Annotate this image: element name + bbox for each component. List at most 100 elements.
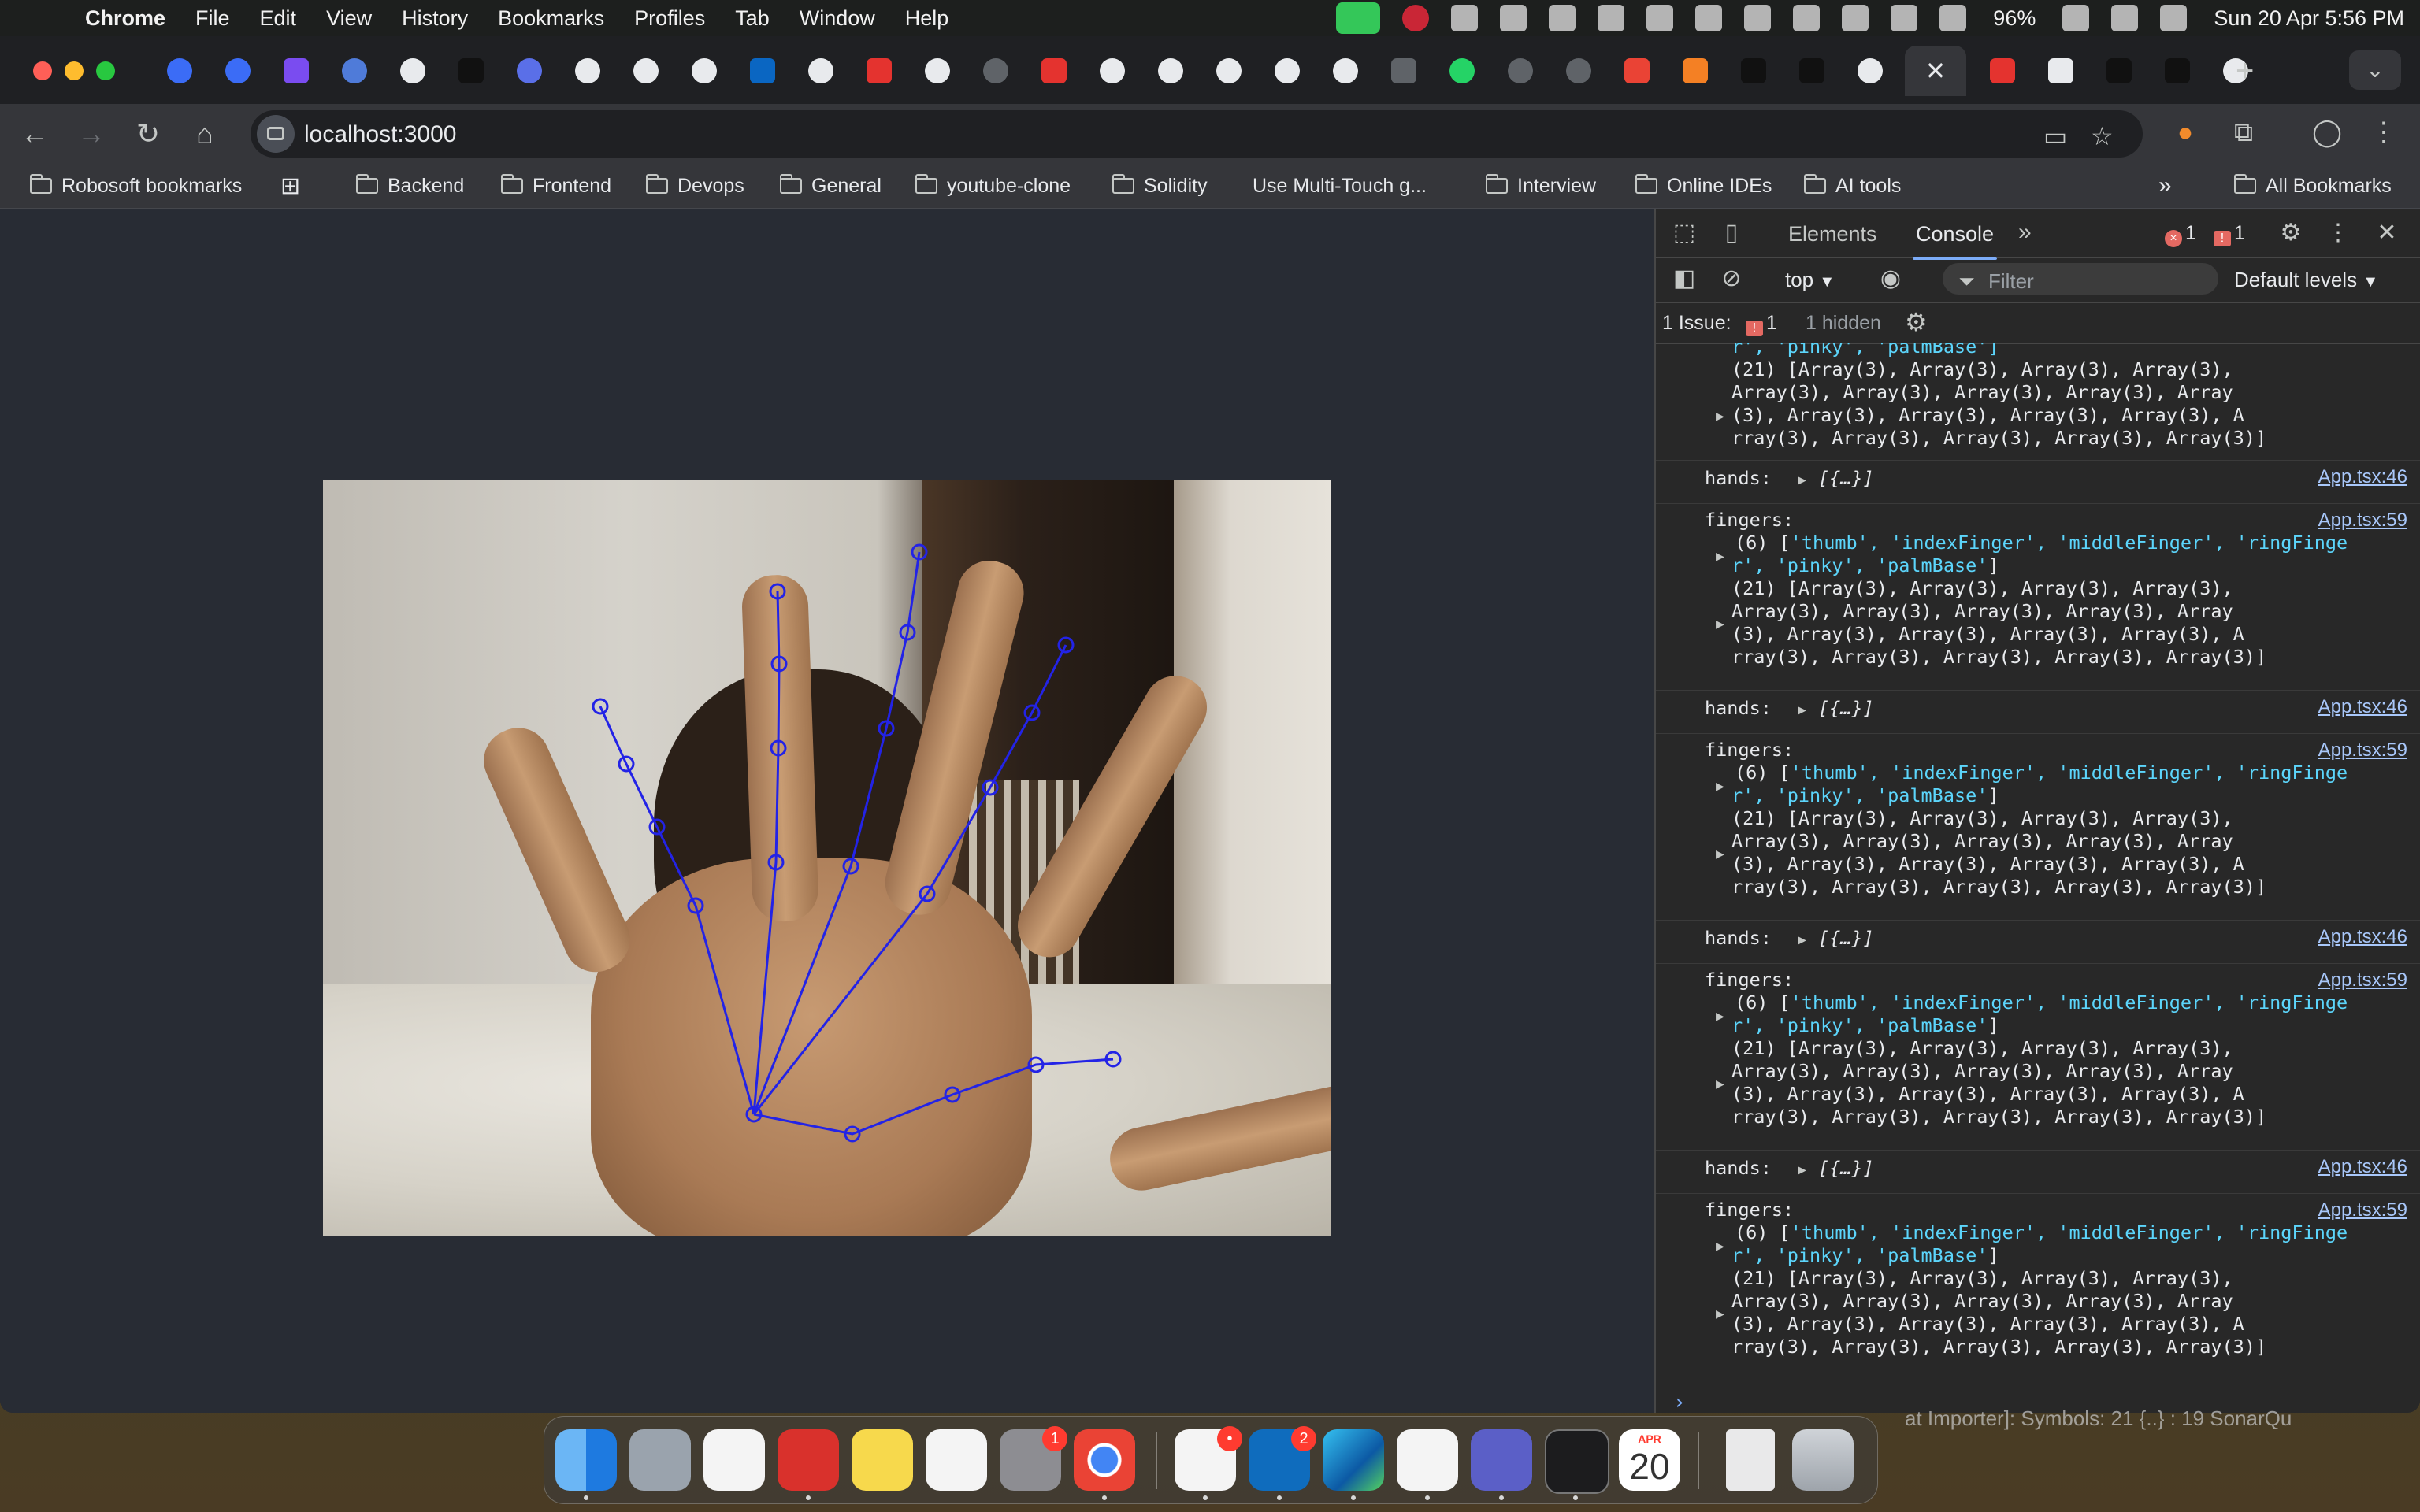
tray-app-icon[interactable] — [1500, 5, 1527, 32]
site-info-icon[interactable] — [257, 115, 295, 153]
expand-arrow-icon[interactable]: ▶ — [1716, 405, 1724, 428]
freeform-icon[interactable] — [926, 1429, 987, 1491]
google-tab-icon[interactable] — [808, 58, 833, 83]
globe-tab-icon[interactable] — [1566, 58, 1591, 83]
tab-favicon[interactable] — [284, 58, 309, 83]
medium-tab-icon[interactable] — [2165, 58, 2190, 83]
google-tab-icon[interactable] — [692, 58, 717, 83]
google-tab-icon[interactable] — [575, 58, 600, 83]
home-icon[interactable]: ⌂ — [186, 115, 224, 153]
skype-icon[interactable] — [1744, 5, 1772, 32]
tab-favicon[interactable] — [225, 58, 251, 83]
github-tab-icon[interactable] — [633, 58, 659, 83]
bookmark-youtube-clone[interactable]: youtube-clone — [915, 173, 1071, 198]
whatsapp-tab-icon[interactable] — [1449, 58, 1475, 83]
expand-arrow-icon[interactable]: ▶ — [1716, 1005, 1724, 1028]
inspect-element-icon[interactable]: ⬚ — [1670, 219, 1698, 247]
device-toolbar-icon[interactable]: ▯ — [1717, 219, 1746, 247]
slack-icon[interactable]: • — [1175, 1426, 1242, 1491]
tab-search-chevron-icon[interactable]: ⌄ — [2349, 50, 2401, 90]
menu-edit[interactable]: Edit — [260, 6, 297, 31]
issues-count-link[interactable]: ! 1 — [1746, 312, 1777, 336]
tray-app-icon[interactable] — [1842, 5, 1869, 32]
active-tab-close-icon[interactable]: ✕ — [1905, 46, 1966, 96]
bookmark-frontend[interactable]: Frontend — [501, 173, 611, 198]
tab-favicon[interactable] — [517, 58, 542, 83]
back-icon[interactable]: ← — [16, 115, 54, 153]
globe-icon[interactable] — [1549, 5, 1576, 32]
menu-window[interactable]: Window — [800, 6, 875, 31]
expand-arrow-icon[interactable]: ▶ — [1716, 1073, 1724, 1095]
source-link[interactable]: App.tsx:59 — [2318, 739, 2407, 762]
bookmark-star-icon[interactable]: ☆ — [2091, 121, 2114, 151]
google-tab-icon[interactable] — [400, 58, 425, 83]
url-text[interactable]: localhost:3000 — [304, 121, 456, 148]
context-selector[interactable]: top ▼ — [1785, 268, 1835, 292]
bookmark-backend[interactable]: Backend — [356, 173, 464, 198]
chrome-menu-icon[interactable]: ⋮ — [2366, 115, 2401, 150]
tab-console[interactable]: Console — [1912, 222, 1998, 260]
menu-app-name[interactable]: Chrome — [85, 6, 165, 31]
bookmark-solidity[interactable]: Solidity — [1112, 173, 1208, 198]
facetime-camera-icon[interactable] — [1336, 2, 1381, 34]
vscode-icon[interactable] — [1397, 1429, 1458, 1491]
issues-settings-gear-icon[interactable]: ⚙ — [1905, 307, 1928, 337]
reminders-icon[interactable] — [703, 1429, 765, 1491]
finder-icon[interactable] — [555, 1429, 617, 1491]
menu-history[interactable]: History — [402, 6, 468, 31]
bookmark-multi-touch[interactable]: Use Multi-Touch g... — [1243, 173, 1427, 198]
expand-arrow-icon[interactable]: ▶ — [1716, 613, 1724, 636]
all-bookmarks[interactable]: All Bookmarks — [2234, 173, 2392, 198]
source-link[interactable]: App.tsx:46 — [2318, 1155, 2407, 1178]
wifi-icon[interactable] — [2111, 5, 2139, 32]
chrome-icon[interactable] — [1074, 1429, 1135, 1491]
puzzle-tab-icon[interactable] — [1391, 58, 1416, 83]
tray-app-icon[interactable] — [1695, 5, 1723, 32]
bookmark-robosoft[interactable]: Robosoft bookmarks — [30, 173, 242, 198]
more-tabs-button[interactable]: » — [2018, 219, 2032, 246]
apps-grid-icon[interactable]: ⊞ — [280, 173, 300, 199]
more-options-icon[interactable]: ⋮ — [2324, 219, 2352, 247]
expand-arrow-icon[interactable]: ▶ — [1716, 843, 1724, 865]
install-app-icon[interactable]: ▭ — [2043, 121, 2067, 151]
cloud-icon[interactable] — [1598, 5, 1625, 32]
hands-value[interactable]: [{…}] — [1818, 697, 1874, 720]
shield-icon[interactable] — [1646, 5, 1674, 32]
profile-icon[interactable]: ◯ — [2310, 115, 2344, 150]
tab-favicon[interactable] — [458, 58, 484, 83]
control-center-icon[interactable] — [2160, 5, 2188, 32]
teams-icon[interactable] — [1471, 1429, 1532, 1491]
source-link[interactable]: App.tsx:59 — [2318, 509, 2407, 532]
menu-help[interactable]: Help — [905, 6, 949, 31]
tab-favicon[interactable] — [867, 58, 892, 83]
battery-percent[interactable]: 96% — [1993, 6, 2036, 31]
battery-icon[interactable] — [2062, 5, 2090, 32]
menu-tab[interactable]: Tab — [735, 6, 770, 31]
github-tab-icon[interactable] — [1858, 58, 1883, 83]
expand-arrow-icon[interactable]: ▶ — [1798, 1158, 1806, 1181]
source-link[interactable]: App.tsx:46 — [2318, 925, 2407, 948]
menu-bookmarks[interactable]: Bookmarks — [498, 6, 604, 31]
minimize-window-button[interactable] — [65, 61, 84, 80]
tab-favicon[interactable] — [1041, 58, 1067, 83]
new-tab-icon[interactable]: + — [2236, 54, 2254, 89]
volume-icon[interactable] — [1891, 5, 1918, 32]
linkedin-tab-icon[interactable] — [750, 58, 775, 83]
edge-icon[interactable] — [1323, 1429, 1384, 1491]
calendar-icon[interactable]: APR 20 — [1619, 1429, 1680, 1491]
warning-count-badge[interactable]: ! 1 — [2214, 222, 2245, 246]
bookmark-ai-tools[interactable]: AI tools — [1804, 173, 1901, 198]
apple-menu-icon[interactable] — [28, 3, 58, 33]
google-tab-icon[interactable] — [925, 58, 950, 83]
reload-icon[interactable]: ↻ — [129, 115, 167, 153]
expand-arrow-icon[interactable]: ▶ — [1716, 1303, 1724, 1325]
menu-file[interactable]: File — [195, 6, 230, 31]
metamask-extension-icon[interactable]: ● — [2168, 115, 2203, 150]
notes-icon[interactable] — [852, 1429, 913, 1491]
bookmark-devops[interactable]: Devops — [646, 173, 744, 198]
source-link[interactable]: App.tsx:46 — [2318, 465, 2407, 488]
zoom-window-button[interactable] — [96, 61, 115, 80]
expand-arrow-icon[interactable]: ▶ — [1716, 1235, 1724, 1258]
system-settings-gear-icon[interactable]: 1 — [1000, 1426, 1067, 1491]
error-count-badge[interactable]: × 1 — [2165, 222, 2196, 247]
